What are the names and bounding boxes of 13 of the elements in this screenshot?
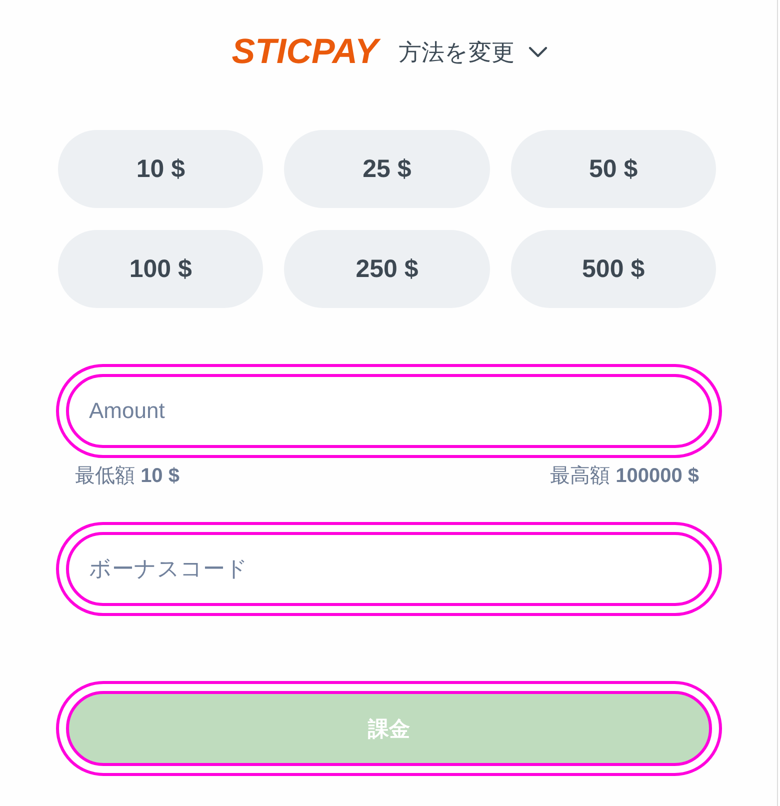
amount-preset-button[interactable]: 100 $ <box>58 230 264 308</box>
amount-preset-button[interactable]: 250 $ <box>284 230 490 308</box>
logo: STICPAY <box>232 34 378 70</box>
amount-preset-button[interactable]: 50 $ <box>510 130 716 208</box>
amount-preset-button[interactable]: 10 $ <box>58 130 264 208</box>
minimum-amount-text: 最低額 10 $ <box>75 464 180 488</box>
amount-preset-button[interactable]: 25 $ <box>284 130 490 208</box>
change-method-dropdown[interactable]: 方法を変更 <box>398 37 548 67</box>
chevron-down-icon <box>528 46 548 58</box>
bonus-code-input-field[interactable]: ボーナスコード <box>66 532 712 606</box>
amount-preset-button[interactable]: 500 $ <box>510 230 716 308</box>
amount-input-field[interactable]: Amount <box>66 374 712 448</box>
maximum-amount-text: 最高額 100000 $ <box>550 464 699 488</box>
